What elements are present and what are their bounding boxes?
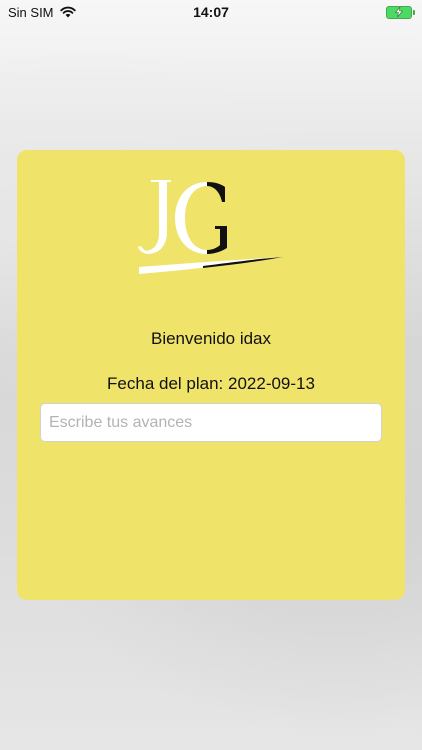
- status-time: 14:07: [193, 4, 229, 20]
- jg-logo-icon: [138, 180, 283, 274]
- progress-input[interactable]: [40, 403, 382, 442]
- carrier-label: Sin SIM: [8, 4, 54, 20]
- jg-logo: [137, 178, 287, 289]
- wifi-icon: [59, 6, 76, 18]
- status-left: Sin SIM: [8, 5, 76, 20]
- welcome-text: Bienvenido idax: [150, 329, 272, 348]
- welcome-card: Bienvenido idax Fecha del plan: 2022-09-…: [17, 150, 405, 600]
- plan-date-text: Fecha del plan: 2022-09-13: [107, 374, 315, 393]
- status-bar: Sin SIM 14:07: [0, 0, 422, 24]
- charging-bolt-icon: [394, 7, 404, 17]
- battery-charging-icon: [386, 5, 415, 19]
